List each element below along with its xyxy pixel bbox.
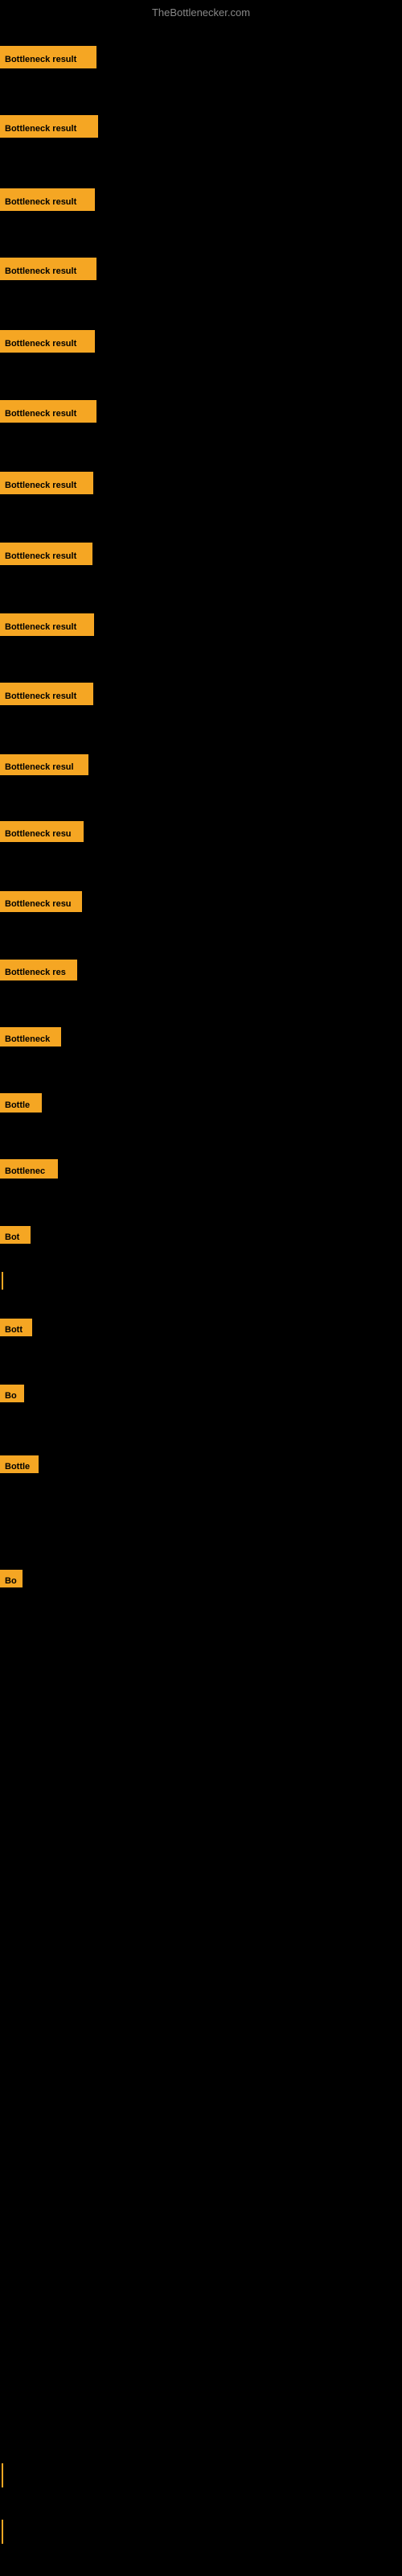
site-title: TheBottlenecker.com xyxy=(0,6,402,19)
vertical-line-3 xyxy=(2,2520,3,2544)
bottleneck-badge-16: Bottle xyxy=(0,1093,42,1113)
bottleneck-badge-11: Bottleneck resul xyxy=(0,754,88,775)
bottleneck-badge-4: Bottleneck result xyxy=(0,258,96,280)
bottleneck-badge-2: Bottleneck result xyxy=(0,115,98,138)
vertical-line-1 xyxy=(2,1272,3,1290)
bottleneck-badge-22: Bo xyxy=(0,1570,23,1587)
bottleneck-badge-12: Bottleneck resu xyxy=(0,821,84,842)
bottleneck-badge-1: Bottleneck result xyxy=(0,46,96,68)
bottleneck-badge-13: Bottleneck resu xyxy=(0,891,82,912)
bottleneck-badge-8: Bottleneck result xyxy=(0,543,92,565)
bottleneck-badge-21: Bottle xyxy=(0,1455,39,1473)
bottleneck-badge-19: Bott xyxy=(0,1319,32,1336)
bottleneck-badge-14: Bottleneck res xyxy=(0,960,77,980)
bottleneck-badge-5: Bottleneck result xyxy=(0,330,95,353)
bottleneck-badge-3: Bottleneck result xyxy=(0,188,95,211)
bottleneck-badge-15: Bottleneck xyxy=(0,1027,61,1046)
bottleneck-badge-18: Bot xyxy=(0,1226,31,1244)
bottleneck-badge-9: Bottleneck result xyxy=(0,613,94,636)
vertical-line-2 xyxy=(2,2463,3,2487)
bottleneck-badge-6: Bottleneck result xyxy=(0,400,96,423)
bottleneck-badge-17: Bottlenec xyxy=(0,1159,58,1179)
bottleneck-badge-10: Bottleneck result xyxy=(0,683,93,705)
bottleneck-badge-7: Bottleneck result xyxy=(0,472,93,494)
bottleneck-badge-20: Bo xyxy=(0,1385,24,1402)
